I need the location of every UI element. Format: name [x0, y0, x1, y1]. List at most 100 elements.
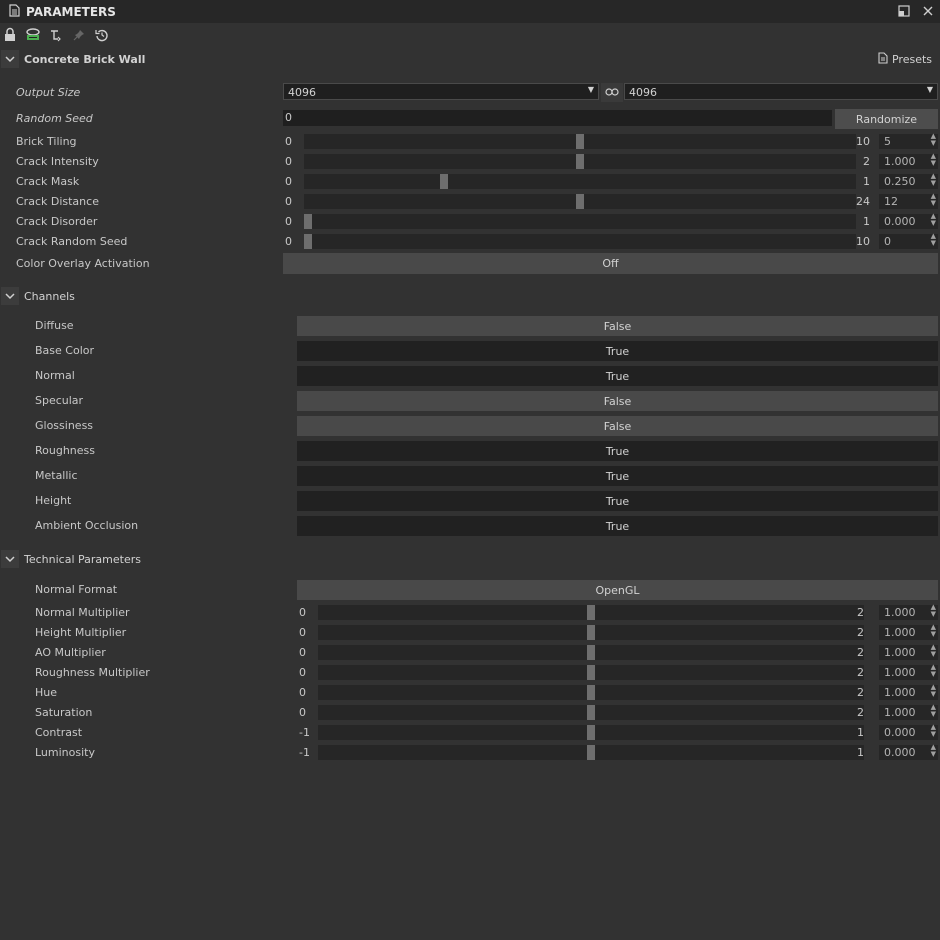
slider-value: 1.000 — [884, 155, 916, 168]
channel-toggle[interactable]: True — [297, 516, 938, 536]
slider-handle[interactable] — [587, 665, 595, 680]
slider-handle[interactable] — [587, 685, 595, 700]
lock-icon[interactable] — [2, 27, 18, 43]
channel-toggle[interactable]: False — [297, 416, 938, 436]
slider-handle[interactable] — [587, 645, 595, 660]
pin-icon[interactable] — [71, 27, 87, 43]
normal-format-label: Normal Format — [35, 583, 118, 596]
slider-value-field[interactable]: 0.250 ▲ ▼ — [879, 173, 938, 189]
slider-track[interactable] — [304, 154, 856, 169]
normal-format-toggle[interactable]: OpenGL — [297, 580, 938, 600]
randomize-button[interactable]: Randomize — [835, 109, 938, 129]
channel-toggle[interactable]: False — [297, 391, 938, 411]
slider-handle[interactable] — [304, 234, 312, 249]
slider-value-field[interactable]: 0.000 ▲ ▼ — [879, 744, 938, 760]
channel-row: Normal True — [0, 366, 940, 386]
slider-handle[interactable] — [587, 625, 595, 640]
chevron-down-icon[interactable] — [1, 550, 19, 568]
slider-track[interactable] — [318, 705, 864, 720]
slider-track[interactable] — [318, 725, 864, 740]
spin-arrows-icon[interactable]: ▲ ▼ — [931, 624, 936, 638]
slider-track[interactable] — [304, 194, 856, 209]
channel-toggle[interactable]: True — [297, 466, 938, 486]
slider-handle[interactable] — [587, 725, 595, 740]
spin-arrows-icon[interactable]: ▲ ▼ — [931, 744, 936, 758]
slider-track[interactable] — [304, 174, 856, 189]
slider-max: 2 — [857, 666, 864, 679]
slider-handle[interactable] — [587, 605, 595, 620]
presets-label: Presets — [891, 52, 932, 66]
slider-min: 0 — [285, 175, 292, 188]
spin-arrows-icon[interactable]: ▲ ▼ — [931, 664, 936, 678]
slider-value-field[interactable]: 1.000 ▲ ▼ — [879, 684, 938, 700]
slider-track[interactable] — [304, 134, 856, 149]
presets-button[interactable]: Presets — [878, 51, 932, 67]
reset-icon[interactable] — [94, 27, 110, 43]
spin-arrows-icon[interactable]: ▲ ▼ — [931, 604, 936, 618]
slider-track[interactable] — [318, 745, 864, 760]
slider-value-field[interactable]: 0.000 ▲ ▼ — [879, 213, 938, 229]
channel-toggle[interactable]: True — [297, 441, 938, 461]
slider-row: Crack Random Seed 0 10 0 ▲ ▼ — [0, 232, 940, 252]
slider-handle[interactable] — [576, 134, 584, 149]
slider-track[interactable] — [318, 625, 864, 640]
spin-arrows-icon[interactable]: ▲ ▼ — [931, 173, 936, 187]
output-height-select[interactable]: 4096 ▼ — [624, 83, 938, 100]
slider-value-field[interactable]: 5 ▲ ▼ — [879, 133, 938, 149]
slider-label: AO Multiplier — [35, 646, 106, 659]
slider-row: Saturation 0 2 1.000 ▲ ▼ — [0, 703, 940, 723]
chevron-down-icon[interactable] — [1, 50, 19, 68]
slider-row: Crack Mask 0 1 0.250 ▲ ▼ — [0, 172, 940, 192]
slider-track[interactable] — [304, 234, 856, 249]
material-section-header[interactable]: Concrete Brick Wall Presets — [0, 48, 940, 70]
slider-handle[interactable] — [440, 174, 448, 189]
slider-handle[interactable] — [304, 214, 312, 229]
channel-toggle[interactable]: False — [297, 316, 938, 336]
close-icon[interactable] — [920, 3, 936, 19]
spin-arrows-icon[interactable]: ▲ ▼ — [931, 233, 936, 247]
slider-value-field[interactable]: 1.000 ▲ ▼ — [879, 153, 938, 169]
slider-handle[interactable] — [576, 154, 584, 169]
refresh-icon[interactable] — [25, 27, 41, 43]
channel-toggle[interactable]: True — [297, 491, 938, 511]
slider-value-field[interactable]: 0.000 ▲ ▼ — [879, 724, 938, 740]
slider-label: Hue — [35, 686, 58, 699]
slider-handle[interactable] — [587, 705, 595, 720]
spin-arrows-icon[interactable]: ▲ ▼ — [931, 133, 936, 147]
spin-arrows-icon[interactable]: ▲ ▼ — [931, 704, 936, 718]
channel-toggle[interactable]: True — [297, 341, 938, 361]
slider-value-field[interactable]: 1.000 ▲ ▼ — [879, 664, 938, 680]
spin-arrows-icon[interactable]: ▲ ▼ — [931, 684, 936, 698]
slider-handle[interactable] — [576, 194, 584, 209]
spin-arrows-icon[interactable]: ▲ ▼ — [931, 193, 936, 207]
slider-handle[interactable] — [587, 745, 595, 760]
slider-track[interactable] — [304, 214, 856, 229]
panel-titlebar: PARAMETERS — [0, 0, 940, 23]
slider-value-field[interactable]: 12 ▲ ▼ — [879, 193, 938, 209]
color-overlay-toggle[interactable]: Off — [283, 253, 938, 274]
output-width-select[interactable]: 4096 ▼ — [283, 83, 599, 100]
slider-track[interactable] — [318, 605, 864, 620]
slider-track[interactable] — [318, 645, 864, 660]
slider-value-field[interactable]: 1.000 ▲ ▼ — [879, 604, 938, 620]
float-window-icon[interactable] — [896, 3, 912, 19]
spin-arrows-icon[interactable]: ▲ ▼ — [931, 153, 936, 167]
spin-arrows-icon[interactable]: ▲ ▼ — [931, 644, 936, 658]
slider-value-field[interactable]: 1.000 ▲ ▼ — [879, 644, 938, 660]
channels-section-header[interactable]: Channels — [0, 285, 940, 307]
slider-value-field[interactable]: 1.000 ▲ ▼ — [879, 704, 938, 720]
link-size-button[interactable] — [601, 83, 623, 102]
slider-value: 5 — [884, 135, 891, 148]
slider-value-field[interactable]: 1.000 ▲ ▼ — [879, 624, 938, 640]
slider-track[interactable] — [318, 685, 864, 700]
technical-section-header[interactable]: Technical Parameters — [0, 548, 940, 570]
hierarchy-icon[interactable] — [48, 27, 64, 43]
slider-label: Brick Tiling — [16, 135, 77, 148]
chevron-down-icon[interactable] — [1, 287, 19, 305]
slider-value-field[interactable]: 0 ▲ ▼ — [879, 233, 938, 249]
random-seed-field[interactable]: 0 — [283, 110, 832, 126]
spin-arrows-icon[interactable]: ▲ ▼ — [931, 213, 936, 227]
spin-arrows-icon[interactable]: ▲ ▼ — [931, 724, 936, 738]
channel-toggle[interactable]: True — [297, 366, 938, 386]
slider-track[interactable] — [318, 665, 864, 680]
